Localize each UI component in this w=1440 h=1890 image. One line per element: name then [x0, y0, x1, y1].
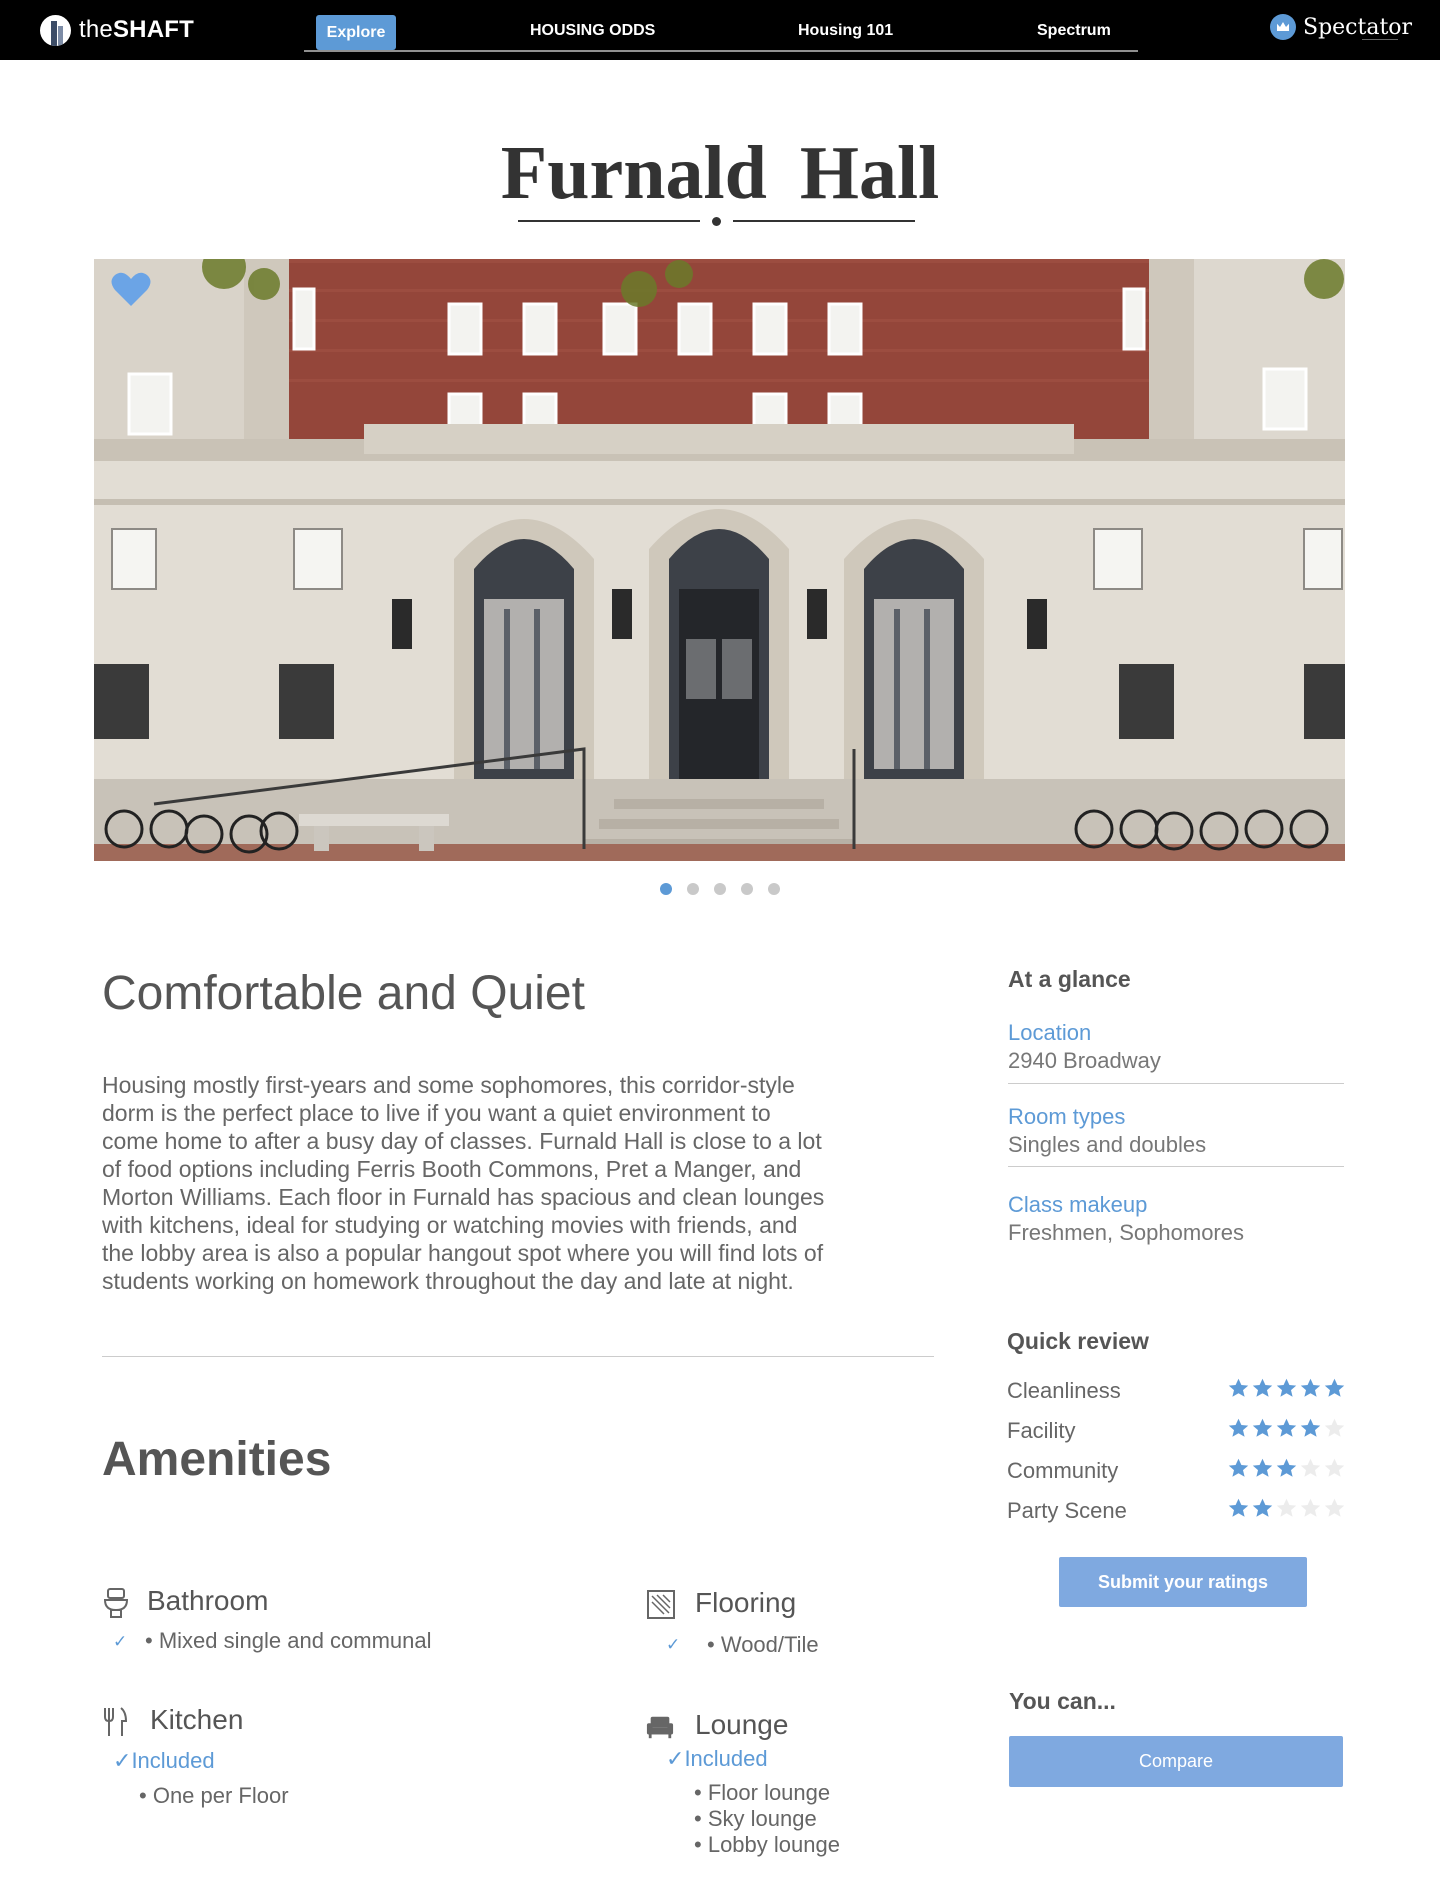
theshaft-logo[interactable]: theSHAFT	[40, 14, 194, 46]
title-divider-dot	[712, 217, 721, 226]
carousel-dot-5[interactable]	[768, 883, 780, 895]
rating-stars-community[interactable]	[1228, 1458, 1345, 1478]
description-paragraph: Housing mostly first-years and some soph…	[102, 1071, 922, 1295]
list-item: • One per Floor	[139, 1783, 289, 1808]
star-filled-icon[interactable]	[1228, 1498, 1249, 1518]
spectator-logo-text: Spectator	[1303, 14, 1413, 40]
check-icon: ✓	[666, 1635, 681, 1654]
star-filled-icon[interactable]	[1252, 1378, 1273, 1398]
star-filled-icon[interactable]	[1252, 1498, 1273, 1518]
amenity-bathroom-label: Bathroom	[147, 1585, 269, 1616]
carousel-dot-3[interactable]	[714, 883, 726, 895]
star-filled-icon[interactable]	[1300, 1418, 1321, 1438]
list-item: • Mixed single and communal	[145, 1628, 432, 1653]
building-photo	[94, 259, 1345, 861]
at-a-glance-title: At a glance	[1008, 966, 1131, 992]
star-empty-icon[interactable]	[1276, 1498, 1297, 1518]
rating-label-cleanliness: Cleanliness	[1007, 1378, 1121, 1403]
star-filled-icon[interactable]	[1252, 1458, 1273, 1478]
description-line: the lobby area is also a popular hangout…	[102, 1240, 824, 1266]
star-empty-icon[interactable]	[1324, 1458, 1345, 1478]
rating-stars-cleanliness[interactable]	[1228, 1378, 1345, 1398]
star-filled-icon[interactable]	[1276, 1378, 1297, 1398]
logo-text: theSHAFT	[79, 16, 194, 43]
title-rule-right	[733, 220, 915, 222]
submit-ratings-button[interactable]: Submit your ratings	[1059, 1557, 1307, 1607]
carousel-dot-2[interactable]	[687, 883, 699, 895]
description-line: Morton Williams. Each floor in Furnald h…	[102, 1184, 825, 1210]
star-filled-icon[interactable]	[1324, 1378, 1345, 1398]
room-types-value: Singles and doubles	[1008, 1132, 1207, 1157]
rating-stars-party-scene[interactable]	[1228, 1498, 1345, 1518]
star-filled-icon[interactable]	[1228, 1378, 1249, 1398]
description-line: Housing mostly first-years and some soph…	[102, 1072, 795, 1098]
nav-explore-tab[interactable]: Explore	[316, 15, 396, 50]
description-line: students working on homework throughout …	[102, 1268, 794, 1294]
shaft-logo-icon	[40, 14, 71, 46]
description-line: with kitchens, ideal for studying or wat…	[102, 1212, 798, 1238]
compare-button[interactable]: Compare	[1009, 1736, 1343, 1787]
sofa-icon	[646, 1716, 674, 1739]
utensils-icon	[104, 1707, 128, 1736]
title-rule-left	[518, 220, 700, 222]
amenity-kitchen-label: Kitchen	[150, 1704, 244, 1735]
list-item: • Lobby lounge	[694, 1832, 840, 1857]
main-nav: Explore HOUSING ODDS Housing 101 Spectru…	[304, 0, 1138, 52]
star-empty-icon[interactable]	[1300, 1458, 1321, 1478]
star-filled-icon[interactable]	[1276, 1458, 1297, 1478]
room-types-label: Room types	[1008, 1104, 1126, 1129]
rating-stars-facility[interactable]	[1228, 1418, 1345, 1438]
glance-divider	[1008, 1166, 1344, 1167]
description-line: dorm is the perfect place to live if you…	[102, 1100, 771, 1126]
amenities-title: Amenities	[102, 1433, 332, 1486]
section-headline: Comfortable and Quiet	[102, 967, 585, 1020]
rating-label-facility: Facility	[1007, 1418, 1076, 1443]
class-makeup-value: Freshmen, Sophomores	[1008, 1220, 1244, 1245]
kitchen-status: ✓Included	[113, 1748, 215, 1773]
carousel-dots	[660, 883, 780, 895]
lounge-status: ✓Included	[666, 1746, 768, 1771]
carousel-dot-1[interactable]	[660, 883, 672, 895]
rating-label-party-scene: Party Scene	[1007, 1498, 1127, 1523]
top-navigation-bar: theSHAFT Explore HOUSING ODDS Housing 10…	[0, 0, 1440, 60]
flooring-icon	[647, 1590, 675, 1619]
page-title: Furnald Hall	[500, 131, 940, 215]
list-item: • Sky lounge	[694, 1806, 817, 1831]
list-item: • Floor lounge	[694, 1780, 831, 1805]
amenity-flooring-label: Flooring	[695, 1587, 797, 1618]
section-divider	[102, 1356, 934, 1357]
spectator-logo[interactable]: Spectator	[1270, 14, 1412, 40]
quick-review-title: Quick review	[1007, 1328, 1149, 1354]
carousel-dot-4[interactable]	[741, 883, 753, 895]
description-line: of food options including Ferris Booth C…	[102, 1156, 802, 1182]
nav-spectrum-tab[interactable]: Spectrum	[1037, 22, 1111, 40]
star-empty-icon[interactable]	[1324, 1498, 1345, 1518]
glance-divider	[1008, 1083, 1344, 1084]
nav-housing-101-tab[interactable]: Housing 101	[798, 22, 893, 40]
list-item: • Wood/Tile	[707, 1632, 819, 1657]
star-empty-icon[interactable]	[1324, 1418, 1345, 1438]
check-icon: ✓	[113, 1632, 128, 1651]
nav-housing-odds-tab[interactable]: HOUSING ODDS	[530, 22, 655, 40]
star-filled-icon[interactable]	[1300, 1378, 1321, 1398]
rating-label-community: Community	[1007, 1458, 1119, 1483]
star-empty-icon[interactable]	[1300, 1498, 1321, 1518]
star-filled-icon[interactable]	[1228, 1418, 1249, 1438]
spectator-logo-underline	[1362, 39, 1398, 40]
location-value: 2940 Broadway	[1008, 1048, 1161, 1073]
you-can-title: You can...	[1009, 1688, 1116, 1714]
description-line: come home to after a busy day of classes…	[102, 1128, 822, 1154]
hero-photo-carousel[interactable]	[94, 259, 1345, 861]
location-label: Location	[1008, 1020, 1092, 1045]
star-filled-icon[interactable]	[1276, 1418, 1297, 1438]
toilet-icon	[103, 1588, 129, 1618]
crown-icon	[1270, 14, 1296, 40]
amenity-lounge-label: Lounge	[695, 1709, 789, 1740]
star-filled-icon[interactable]	[1252, 1418, 1273, 1438]
star-filled-icon[interactable]	[1228, 1458, 1249, 1478]
heart-icon[interactable]	[111, 271, 151, 307]
class-makeup-label: Class makeup	[1008, 1192, 1148, 1217]
